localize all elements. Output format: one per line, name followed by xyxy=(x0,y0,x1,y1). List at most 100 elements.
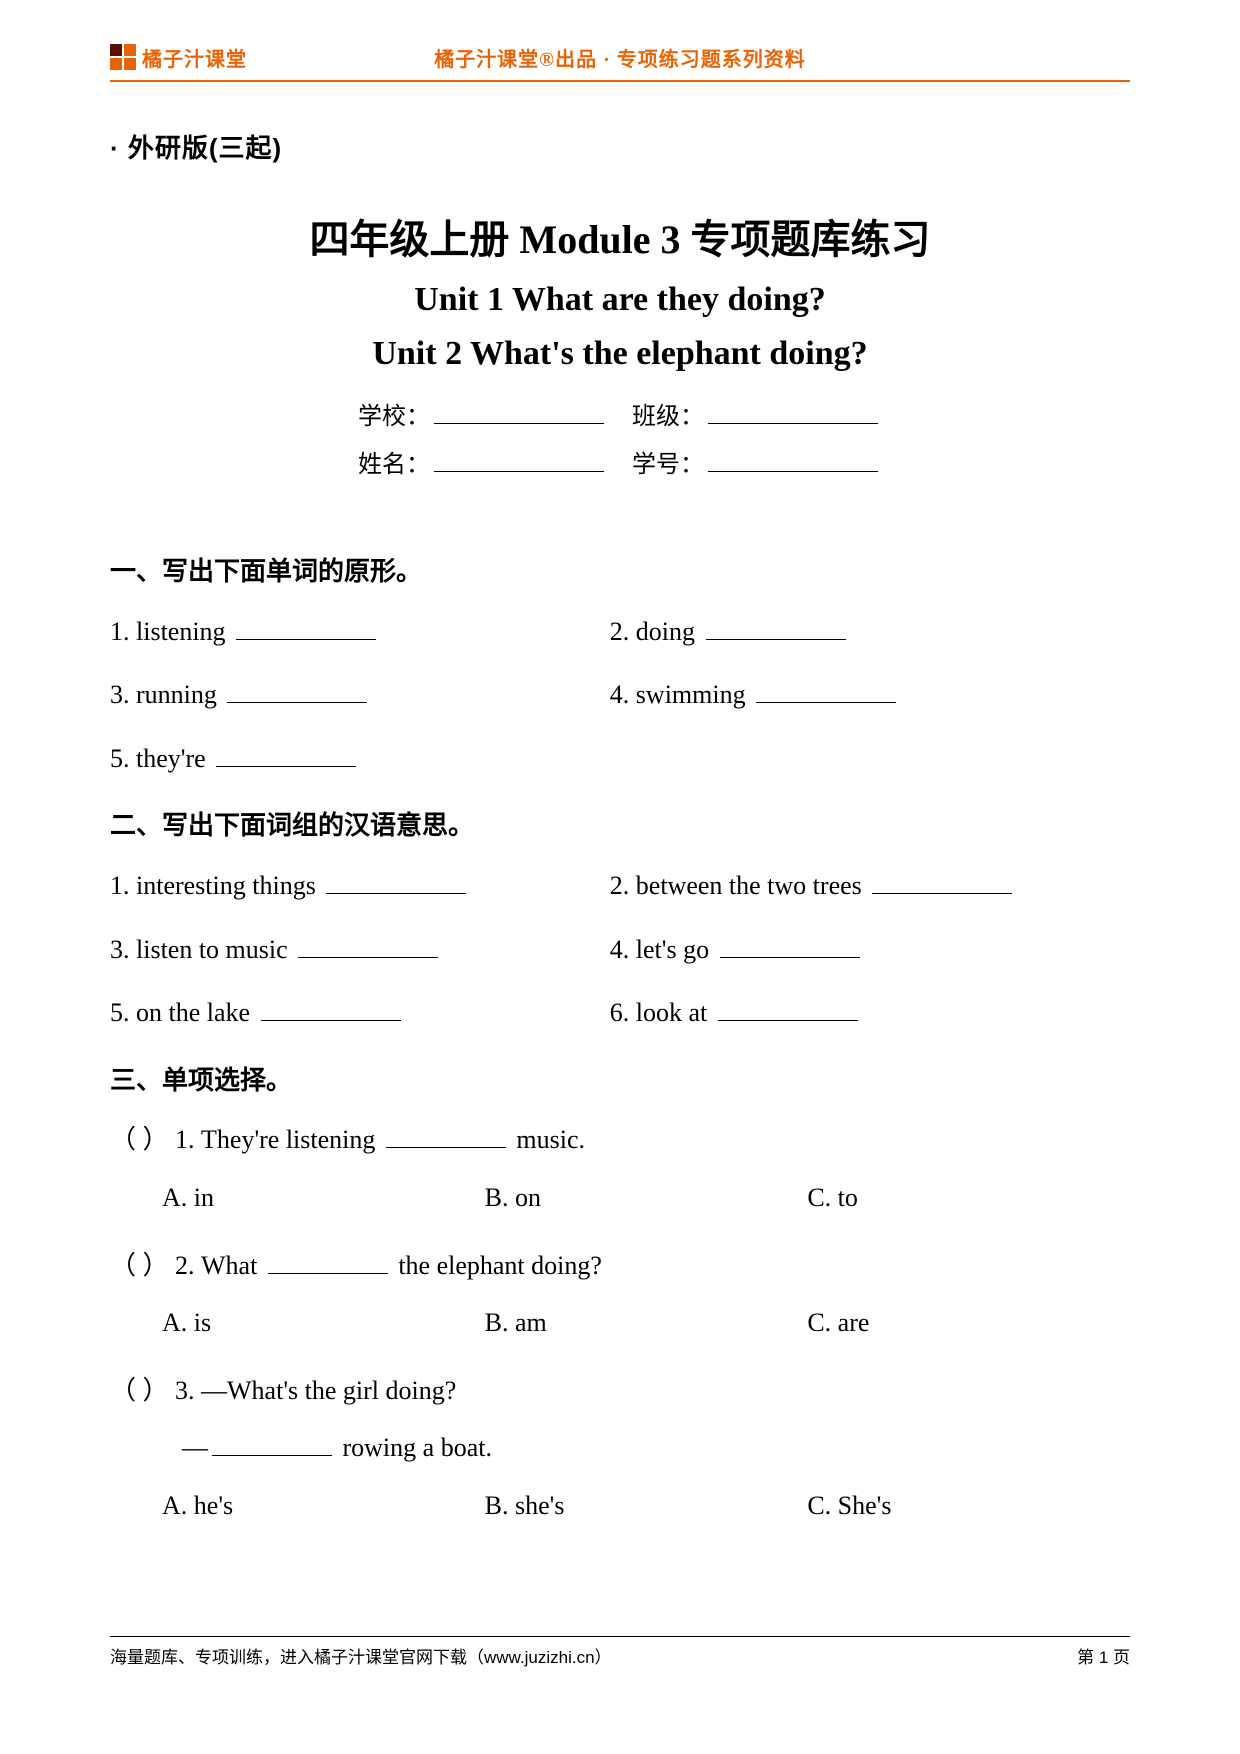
section-1: 一、写出下面单词的原形。 1. listening 2. doing 3. ru… xyxy=(110,551,1130,779)
s3-q1-before: They're listening xyxy=(201,1125,382,1154)
school-label: 学校： xyxy=(358,404,430,430)
footer: 海量题库、专项训练，进入橘子汁课堂官网下载（www.juzizhi.cn） 第 … xyxy=(110,1636,1130,1668)
s1-item-1-num: 1. xyxy=(110,617,130,646)
s3-q1-blank[interactable] xyxy=(386,1120,506,1149)
s1-item-5-text: they're xyxy=(136,744,206,773)
title-line-3: Unit 2 What's the elephant doing? xyxy=(110,335,1130,373)
s2-item-1-num: 1. xyxy=(110,871,130,900)
s3-q2-opt-a: A. is xyxy=(162,1302,485,1344)
s3-q3-opt-b: B. she's xyxy=(485,1485,808,1527)
title-line-2: Unit 1 What are they doing? xyxy=(110,281,1130,319)
school-input-line[interactable] xyxy=(434,398,604,424)
header-bar: 橘子汁课堂 橘子汁课堂®出品 · 专项练习题系列资料 xyxy=(110,40,1130,74)
s3-q3-line1: —What's the girl doing? xyxy=(201,1376,456,1405)
s1-item-4-blank[interactable] xyxy=(756,675,896,704)
s1-row-2: 3. running 4. swimming xyxy=(110,674,1130,716)
footer-rule xyxy=(110,1636,1130,1637)
s3-q1-opt-c: C. to xyxy=(807,1177,1130,1219)
s2-item-5-text: on the lake xyxy=(136,998,250,1027)
s3-q3-line2: — rowing a boat. xyxy=(110,1427,1130,1469)
s1-item-2-num: 2. xyxy=(610,617,630,646)
s2-item-6-num: 6. xyxy=(610,998,630,1027)
number-label: 学号： xyxy=(632,452,704,478)
s3-q2-opt-b: B. am xyxy=(485,1302,808,1344)
s2-item-4-text: let's go xyxy=(636,935,709,964)
page: 橘子汁课堂 橘子汁课堂®出品 · 专项练习题系列资料 · 外研版(三起) 四年级… xyxy=(0,0,1240,1754)
title-line-1: 四年级上册 Module 3 专项题库练习 xyxy=(110,207,1130,265)
header-caption: 橘子汁课堂®出品 · 专项练习题系列资料 xyxy=(110,43,1130,72)
title-block: 四年级上册 Module 3 专项题库练习 Unit 1 What are th… xyxy=(110,207,1130,373)
s1-row-1: 1. listening 2. doing xyxy=(110,611,1130,653)
s3-q3-opt-a: A. he's xyxy=(162,1485,485,1527)
student-fields: 学校： 班级： 姓名： 学号： xyxy=(110,393,1130,489)
s2-row-3: 5. on the lake 6. look at xyxy=(110,992,1130,1034)
s3-q2-before: What xyxy=(201,1251,264,1280)
s1-item-4-num: 4. xyxy=(610,680,630,709)
s2-item-2-text: between the two trees xyxy=(636,871,862,900)
s1-item-3-num: 3. xyxy=(110,680,130,709)
s2-item-3-text: listen to music xyxy=(136,935,288,964)
s3-q2-after: the elephant doing? xyxy=(392,1251,602,1280)
edition-label: · 外研版(三起) xyxy=(110,128,1130,165)
name-input-line[interactable] xyxy=(434,446,604,472)
section-1-heading: 一、写出下面单词的原形。 xyxy=(110,551,1130,593)
s2-item-5-num: 5. xyxy=(110,998,130,1027)
s1-item-3-text: running xyxy=(136,680,217,709)
s1-item-1-blank[interactable] xyxy=(236,611,376,640)
class-input-line[interactable] xyxy=(708,398,878,424)
s2-row-1: 1. interesting things 2. between the two… xyxy=(110,865,1130,907)
s1-item-3-blank[interactable] xyxy=(227,675,367,704)
section-3-heading: 三、单项选择。 xyxy=(110,1060,1130,1102)
s3-q3-num: 3. xyxy=(175,1376,195,1405)
s3-q2: （ ） 2. What the elephant doing? xyxy=(110,1245,1130,1287)
s3-q1-options: A. in B. on C. to xyxy=(110,1177,1130,1219)
s1-item-5-blank[interactable] xyxy=(216,738,356,767)
s3-q2-num: 2. xyxy=(175,1251,195,1280)
worksheet-content: 一、写出下面单词的原形。 1. listening 2. doing 3. ru… xyxy=(110,551,1130,1527)
s1-item-4-text: swimming xyxy=(636,680,746,709)
s1-item-2-blank[interactable] xyxy=(706,611,846,640)
s3-q1-paren[interactable]: （ ） xyxy=(110,1125,169,1154)
s3-q1-opt-a: A. in xyxy=(162,1177,485,1219)
section-3: 三、单项选择。 （ ） 1. They're listening music. … xyxy=(110,1060,1130,1527)
s3-q3-after: rowing a boat. xyxy=(336,1433,492,1462)
s2-item-6-blank[interactable] xyxy=(718,993,858,1022)
s3-q1-num: 1. xyxy=(175,1125,195,1154)
s2-item-3-blank[interactable] xyxy=(298,929,438,958)
s3-q3-paren[interactable]: （ ） xyxy=(110,1376,169,1405)
s3-q3-opt-c: C. She's xyxy=(807,1485,1130,1527)
class-label: 班级： xyxy=(632,404,704,430)
footer-left: 海量题库、专项训练，进入橘子汁课堂官网下载（www.juzizhi.cn） xyxy=(110,1643,612,1668)
footer-right: 第 1 页 xyxy=(1077,1643,1130,1668)
s2-item-6-text: look at xyxy=(636,998,708,1027)
section-2-heading: 二、写出下面词组的汉语意思。 xyxy=(110,805,1130,847)
s1-row-3: 5. they're xyxy=(110,738,1130,780)
number-input-line[interactable] xyxy=(708,446,878,472)
header-rule xyxy=(110,80,1130,82)
s3-q1-after: music. xyxy=(510,1125,585,1154)
s2-item-1-text: interesting things xyxy=(136,871,316,900)
s3-q2-opt-c: C. are xyxy=(807,1302,1130,1344)
s2-item-4-num: 4. xyxy=(610,935,630,964)
s2-item-2-blank[interactable] xyxy=(872,865,1012,894)
s2-item-2-num: 2. xyxy=(610,871,630,900)
s3-q2-options: A. is B. am C. are xyxy=(110,1302,1130,1344)
s3-q1: （ ） 1. They're listening music. xyxy=(110,1119,1130,1161)
section-2: 二、写出下面词组的汉语意思。 1. interesting things 2. … xyxy=(110,805,1130,1033)
s3-q3-blank[interactable] xyxy=(212,1428,332,1457)
s3-q3-before: — xyxy=(182,1433,208,1462)
name-label: 姓名： xyxy=(358,452,430,478)
s2-item-4-blank[interactable] xyxy=(720,929,860,958)
s3-q3-options: A. he's B. she's C. She's xyxy=(110,1485,1130,1527)
s1-item-2-text: doing xyxy=(636,617,695,646)
s3-q1-opt-b: B. on xyxy=(485,1177,808,1219)
s1-item-5-num: 5. xyxy=(110,744,130,773)
s2-item-3-num: 3. xyxy=(110,935,130,964)
s2-item-1-blank[interactable] xyxy=(326,865,466,894)
s3-q2-paren[interactable]: （ ） xyxy=(110,1251,169,1280)
s1-item-1-text: listening xyxy=(136,617,226,646)
s2-item-5-blank[interactable] xyxy=(261,993,401,1022)
s3-q2-blank[interactable] xyxy=(268,1245,388,1274)
s2-row-2: 3. listen to music 4. let's go xyxy=(110,929,1130,971)
s3-q3: （ ） 3. —What's the girl doing? xyxy=(110,1370,1130,1412)
